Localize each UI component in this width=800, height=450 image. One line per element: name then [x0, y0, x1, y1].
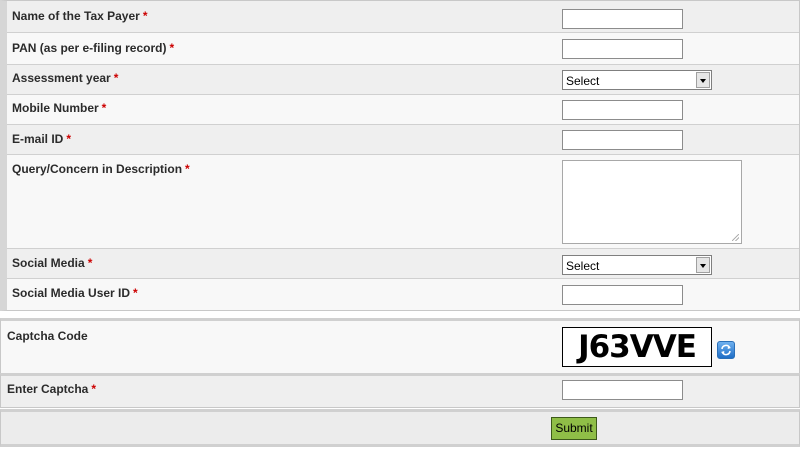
taxpayer-name-input[interactable]	[562, 9, 683, 29]
enter-captcha-row: Enter Captcha *	[0, 373, 800, 408]
social-media-user-id-label: Social Media User ID *	[12, 286, 138, 300]
chevron-down-icon	[700, 79, 706, 83]
chevron-down-icon	[700, 264, 706, 268]
query-label: Query/Concern in Description *	[12, 162, 190, 176]
social-media-selected: Select	[566, 259, 600, 273]
assessment-year-select[interactable]: Select	[562, 70, 712, 90]
captcha-code-label: Captcha Code	[7, 329, 88, 343]
row-assessment-year: Assessment year * Select	[7, 65, 799, 95]
social-media-user-id-input[interactable]	[562, 285, 683, 305]
assessment-year-selected: Select	[566, 74, 600, 88]
row-pan: PAN (as per e-filing record) *	[7, 33, 799, 65]
row-social-media-user-id: Social Media User ID *	[7, 279, 799, 310]
row-query: Query/Concern in Description *	[7, 155, 799, 249]
captcha-row: Captcha Code J63VVE	[0, 318, 800, 376]
social-media-dropdown-button[interactable]	[696, 257, 710, 273]
email-label: E-mail ID *	[12, 132, 72, 146]
query-textarea[interactable]	[562, 160, 742, 244]
submit-button[interactable]: Submit	[551, 417, 597, 440]
resize-grip-icon[interactable]	[732, 234, 739, 241]
email-input[interactable]	[562, 130, 683, 150]
mobile-label: Mobile Number *	[12, 101, 107, 115]
pan-label: PAN (as per e-filing record) *	[12, 41, 175, 55]
assessment-year-label: Assessment year *	[12, 71, 119, 85]
submit-bar: Submit	[0, 409, 800, 447]
row-mobile: Mobile Number *	[7, 95, 799, 125]
row-taxpayer-name: Name of the Tax Payer *	[7, 1, 799, 33]
enter-captcha-label: Enter Captcha *	[7, 382, 97, 396]
social-media-label: Social Media *	[12, 256, 93, 270]
row-email: E-mail ID *	[7, 125, 799, 155]
mobile-input[interactable]	[562, 100, 683, 120]
captcha-image: J63VVE	[562, 327, 712, 367]
row-social-media: Social Media * Select	[7, 249, 799, 279]
pan-input[interactable]	[562, 39, 683, 59]
assessment-year-dropdown-button[interactable]	[696, 72, 710, 88]
grievance-form: Name of the Tax Payer * PAN (as per e-fil…	[0, 0, 800, 311]
taxpayer-name-label: Name of the Tax Payer *	[12, 9, 148, 23]
enter-captcha-input[interactable]	[562, 380, 683, 400]
social-media-select[interactable]: Select	[562, 255, 712, 275]
refresh-icon[interactable]	[717, 341, 735, 359]
